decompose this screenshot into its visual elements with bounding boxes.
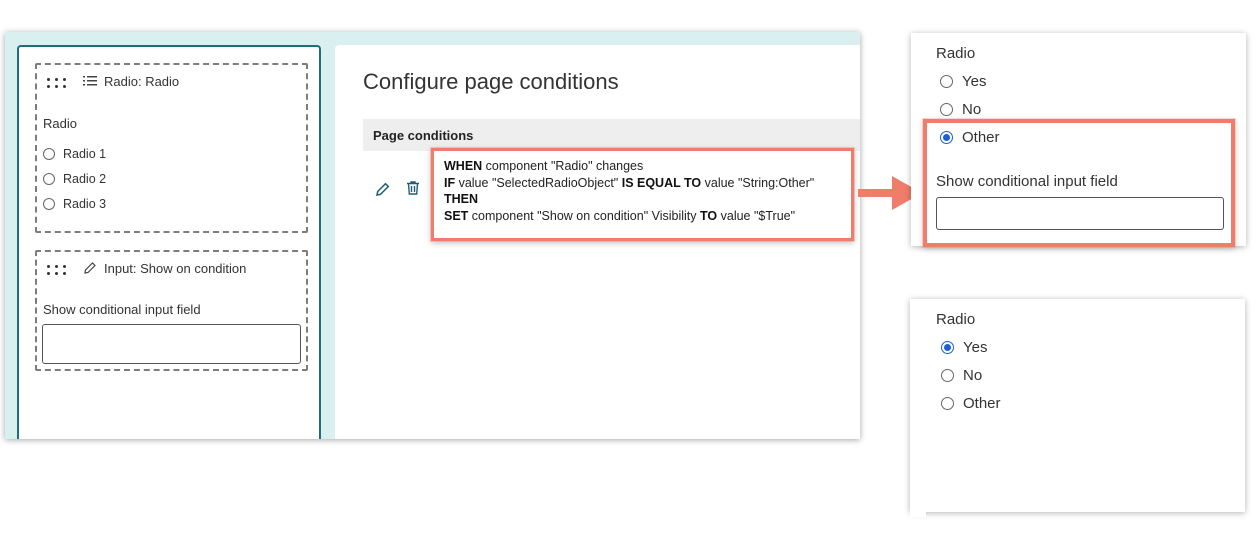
radio-circle-icon <box>941 397 954 410</box>
form-editor-screenshot: Radio: Radio Radio Radio 1 Radio 2 Radio… <box>5 32 860 439</box>
condition-set-line: SET component "Show on condition" Visibi… <box>444 208 796 223</box>
preview-option-no[interactable]: No <box>941 367 982 384</box>
input-component-header: Input: Show on condition <box>37 252 306 286</box>
radio-component-card[interactable]: Radio: Radio Radio Radio 1 Radio 2 Radio… <box>35 63 308 233</box>
preview-radio-label: Radio <box>936 45 976 62</box>
radio-component-header: Radio: Radio <box>37 65 306 99</box>
input-component-title: Input: Show on condition <box>104 261 247 276</box>
condition-then-line: THEN <box>444 192 479 206</box>
list-icon <box>83 76 97 86</box>
radio-circle-icon <box>43 148 55 160</box>
preview-option-no[interactable]: No <box>940 101 981 118</box>
radio-circle-icon <box>43 173 55 185</box>
preview-option-yes[interactable]: Yes <box>941 339 987 356</box>
preview-option-other[interactable]: Other <box>941 395 1001 412</box>
highlight-callout-box <box>923 119 1235 247</box>
drag-grip-icon[interactable] <box>47 78 67 88</box>
radio-circle-icon <box>43 198 55 210</box>
preview-radio-label: Radio <box>936 311 976 328</box>
condition-rule-callout: WHEN component "Radio" changes IF value … <box>431 148 854 241</box>
radio-circle-icon <box>940 103 953 116</box>
preview-option-yes[interactable]: Yes <box>940 73 986 90</box>
panel-title: Configure page conditions <box>363 69 619 94</box>
condition-when-line: WHEN component "Radio" changes <box>444 159 644 173</box>
form-canvas-panel: Radio: Radio Radio Radio 1 Radio 2 Radio… <box>17 45 321 439</box>
page-conditions-header: Page conditions <box>363 119 860 151</box>
condition-if-line: IF value "SelectedRadioObject" IS EQUAL … <box>444 175 815 190</box>
preview-other-selected: Radio Yes No Other Show conditional inpu… <box>911 33 1246 247</box>
radio-circle-icon <box>940 75 953 88</box>
radio-option-2[interactable]: Radio 2 <box>43 172 106 186</box>
radio-circle-icon <box>941 369 954 382</box>
drag-grip-icon[interactable] <box>47 265 67 275</box>
input-field-label: Show conditional input field <box>43 302 201 317</box>
radio-option-3[interactable]: Radio 3 <box>43 197 106 211</box>
edit-pencil-icon[interactable] <box>375 181 391 197</box>
radio-option-1[interactable]: Radio 1 <box>43 147 106 161</box>
preview-yes-selected: Radio Yes No Other <box>910 299 1245 517</box>
preview-edge-mask <box>910 427 926 517</box>
radio-component-title: Radio: Radio <box>104 74 180 89</box>
page-conditions-panel: Configure page conditions Page condition… <box>335 45 860 439</box>
radio-checked-icon <box>941 341 954 354</box>
input-component-card[interactable]: Input: Show on condition Show conditiona… <box>35 250 308 371</box>
radio-field-label: Radio <box>43 116 77 131</box>
pencil-icon <box>84 262 96 274</box>
delete-trash-icon[interactable] <box>405 180 421 196</box>
conditional-text-input[interactable] <box>42 324 301 364</box>
